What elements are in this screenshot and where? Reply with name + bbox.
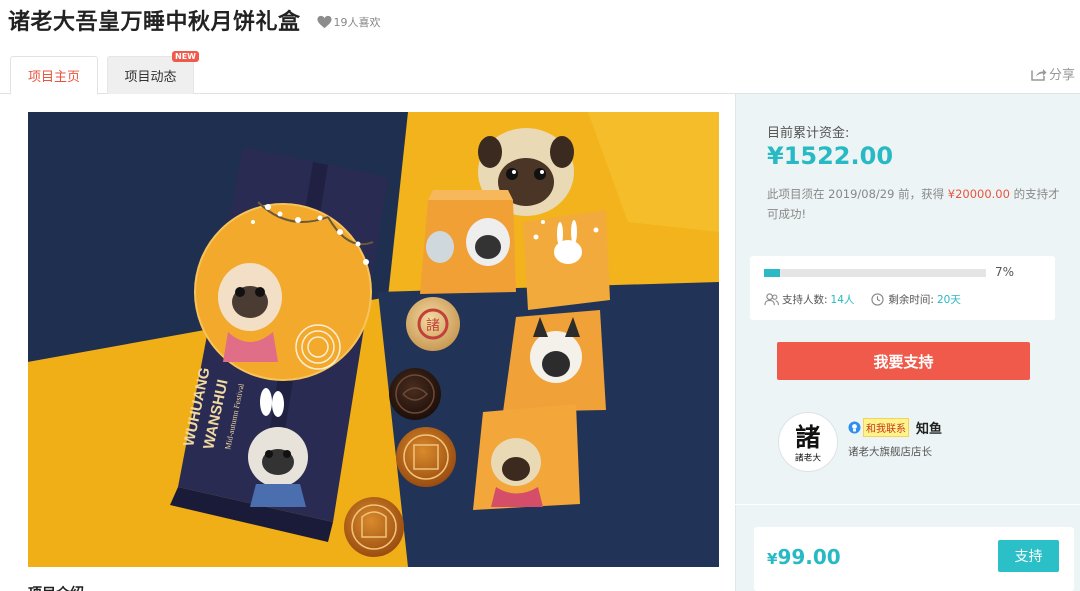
share-label: 分享 bbox=[1048, 68, 1075, 83]
creator-role: 诸老大旗舰店店长 bbox=[848, 446, 932, 458]
funding-deadline-note: 此项目须在 2019/08/29 前，获得 ¥20000.00 的支持才可成功! bbox=[767, 184, 1067, 224]
time-left-value: 20天 bbox=[936, 294, 961, 306]
share-icon bbox=[1031, 68, 1047, 81]
creator-contact-row: 和我联系 知鱼 bbox=[848, 418, 942, 437]
funds-label: 目前累计资金: bbox=[767, 126, 850, 141]
heart-icon[interactable] bbox=[316, 15, 332, 29]
clock-icon bbox=[871, 293, 885, 306]
supporters-icon bbox=[764, 293, 779, 306]
tab-bar: 项目主页 项目动态 NEW 分享 bbox=[0, 51, 1080, 95]
progress-bar bbox=[764, 269, 986, 277]
note-prefix: 此项目须在 2019/08/29 前，获得 bbox=[767, 187, 948, 201]
title-row: 诸老大吾皇万睡中秋月饼礼盒 19人喜欢 bbox=[8, 4, 381, 36]
likes-count: 19人喜欢 bbox=[333, 15, 381, 29]
supporters-label: 支持人数: bbox=[782, 294, 828, 306]
product-image[interactable]: WUHUANG WANSHUI Mid-autumn Festival 諸 bbox=[28, 112, 719, 567]
reward-card: ¥99.00 支持 bbox=[754, 527, 1074, 591]
funding-goal: ¥20000.00 bbox=[947, 187, 1010, 201]
supporters-value: 14人 bbox=[830, 294, 855, 306]
avatar[interactable]: 諸 諸老大 bbox=[778, 412, 838, 472]
time-left-label: 剩余时间: bbox=[888, 294, 934, 306]
tab-project-home[interactable]: 项目主页 bbox=[10, 56, 98, 95]
reward-support-button[interactable]: 支持 bbox=[998, 540, 1059, 572]
funds-amount: ¥1522.00 bbox=[767, 142, 894, 170]
creator-name[interactable]: 知鱼 bbox=[916, 418, 942, 437]
mooncake-seal: 諸 bbox=[426, 318, 440, 334]
avatar-text-bottom: 諸老大 bbox=[795, 451, 821, 463]
new-badge: NEW bbox=[172, 51, 199, 62]
intro-heading: 项目介绍 bbox=[28, 583, 84, 591]
page-title: 诸老大吾皇万睡中秋月饼礼盒 bbox=[8, 10, 301, 35]
reward-price: ¥99.00 bbox=[767, 545, 841, 569]
reward-amount: 99.00 bbox=[777, 545, 841, 569]
reward-currency: ¥ bbox=[767, 550, 778, 568]
progress-percent: 7% bbox=[995, 265, 1015, 279]
avatar-text-top: 諸 bbox=[795, 422, 820, 452]
share-button[interactable]: 分享 bbox=[1031, 64, 1075, 83]
mooncake-gift-box-illustration: WUHUANG WANSHUI Mid-autumn Festival 諸 bbox=[28, 112, 719, 567]
reward-panel: ¥99.00 支持 bbox=[735, 505, 1080, 591]
contact-me-link[interactable]: 和我联系 bbox=[863, 418, 909, 437]
progress-card: 7% 支持人数: 14人 剩余时间: 20天 bbox=[750, 256, 1055, 320]
funding-panel: 目前累计资金: ¥1522.00 此项目须在 2019/08/29 前，获得 ¥… bbox=[735, 94, 1080, 504]
progress-fill bbox=[764, 269, 780, 277]
chat-icon[interactable] bbox=[848, 421, 861, 434]
stats-row: 支持人数: 14人 剩余时间: 20天 bbox=[764, 292, 961, 307]
shop-logo-icon: 諸 諸老大 bbox=[795, 422, 821, 464]
likes-counter[interactable]: 19人喜欢 bbox=[316, 14, 381, 30]
support-button[interactable]: 我要支持 bbox=[777, 342, 1030, 380]
